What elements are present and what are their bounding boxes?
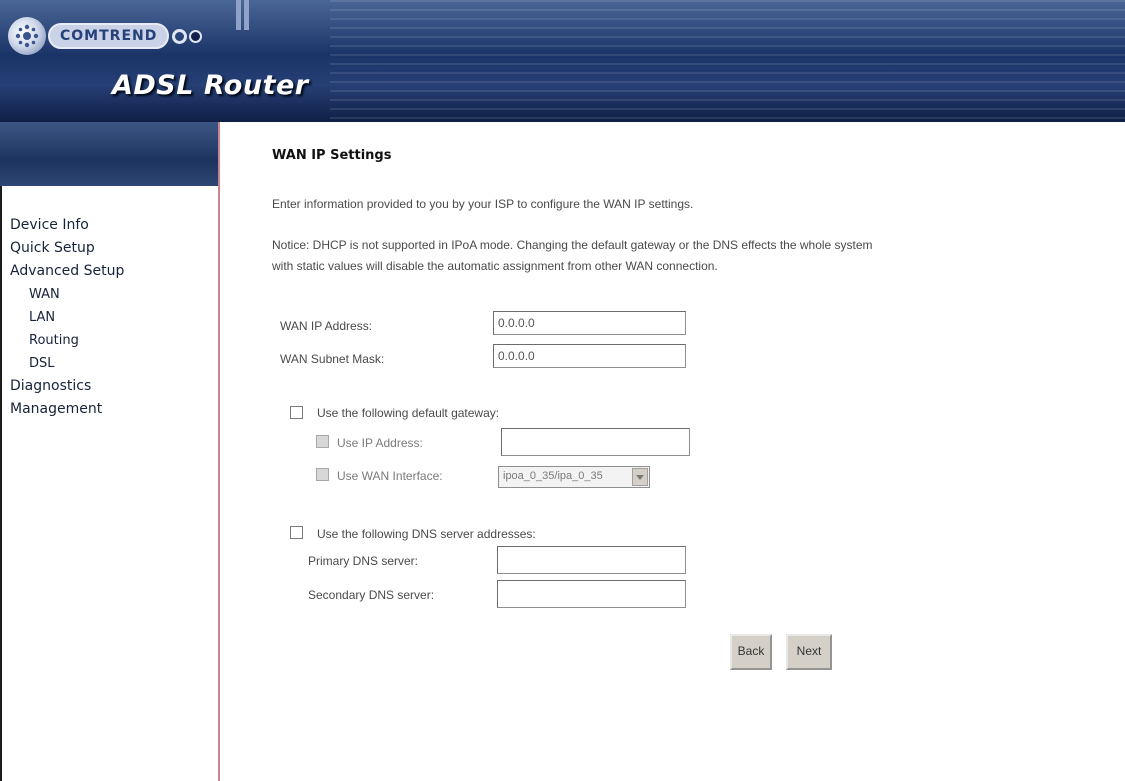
- primary-dns-input[interactable]: [497, 546, 686, 574]
- default-gateway-label: Use the following default gateway:: [317, 406, 500, 420]
- sidebar-item-diagnostics[interactable]: Diagnostics: [10, 375, 124, 398]
- logo-emblem-icon: [8, 17, 46, 55]
- brand-name: COMTREND: [48, 23, 170, 49]
- wan-ip-input[interactable]: [493, 311, 686, 335]
- wan-interface-selected-value: ipoa_0_35/ipa_0_35: [503, 470, 603, 482]
- main-content: WAN IP Settings Enter information provid…: [220, 122, 1125, 781]
- sidebar-item-quick-setup[interactable]: Quick Setup: [10, 237, 124, 260]
- sidebar-item-advanced-setup[interactable]: Advanced Setup: [10, 260, 124, 283]
- back-button[interactable]: Back: [730, 634, 772, 670]
- sidebar: Device Info Quick Setup Advanced Setup W…: [0, 186, 218, 781]
- chevron-down-icon[interactable]: [632, 468, 648, 486]
- secondary-dns-label: Secondary DNS server:: [308, 588, 435, 602]
- wan-interface-select[interactable]: ipoa_0_35/ipa_0_35: [498, 466, 650, 488]
- sidebar-item-routing[interactable]: Routing: [10, 329, 124, 352]
- primary-dns-label: Primary DNS server:: [308, 554, 419, 568]
- sidebar-item-wan[interactable]: WAN: [10, 283, 124, 306]
- banner-decoration: [236, 0, 241, 30]
- use-wan-interface-label: Use WAN Interface:: [337, 469, 443, 483]
- sidebar-item-management[interactable]: Management: [10, 398, 124, 421]
- wan-subnet-mask-label: WAN Subnet Mask:: [280, 352, 385, 366]
- sidebar-item-device-info[interactable]: Device Info: [10, 214, 124, 237]
- wan-subnet-mask-input[interactable]: [493, 344, 686, 368]
- dns-server-label: Use the following DNS server addresses:: [317, 527, 536, 541]
- page-title: WAN IP Settings: [272, 148, 392, 163]
- header-banner: COMTREND ADSL Router: [0, 0, 1125, 122]
- banner-decoration: [244, 0, 249, 30]
- secondary-dns-input[interactable]: [497, 580, 686, 608]
- default-gateway-checkbox[interactable]: [290, 406, 303, 419]
- sidebar-item-lan[interactable]: LAN: [10, 306, 124, 329]
- dns-server-checkbox[interactable]: [290, 526, 303, 539]
- use-wan-interface-checkbox[interactable]: [316, 468, 329, 481]
- notice-text-line1: Notice: DHCP is not supported in IPoA mo…: [272, 238, 873, 252]
- brand-logo: COMTREND: [8, 14, 203, 58]
- use-ip-address-label: Use IP Address:: [337, 436, 423, 450]
- notice-text-line2: with static values will disable the auto…: [272, 259, 718, 273]
- sidebar-menu: Device Info Quick Setup Advanced Setup W…: [10, 214, 124, 421]
- banner-decoration: [330, 0, 1125, 122]
- intro-text: Enter information provided to you by you…: [272, 197, 694, 211]
- gateway-ip-input[interactable]: [501, 428, 690, 456]
- sidebar-item-dsl[interactable]: DSL: [10, 352, 124, 375]
- use-ip-address-checkbox[interactable]: [316, 435, 329, 448]
- next-button[interactable]: Next: [786, 634, 832, 670]
- product-title: ADSL Router: [112, 70, 309, 101]
- sidebar-header-band: [0, 122, 218, 186]
- wan-ip-label: WAN IP Address:: [280, 319, 373, 333]
- logo-ring-icon: [172, 28, 188, 44]
- logo-dot-icon: [189, 29, 203, 43]
